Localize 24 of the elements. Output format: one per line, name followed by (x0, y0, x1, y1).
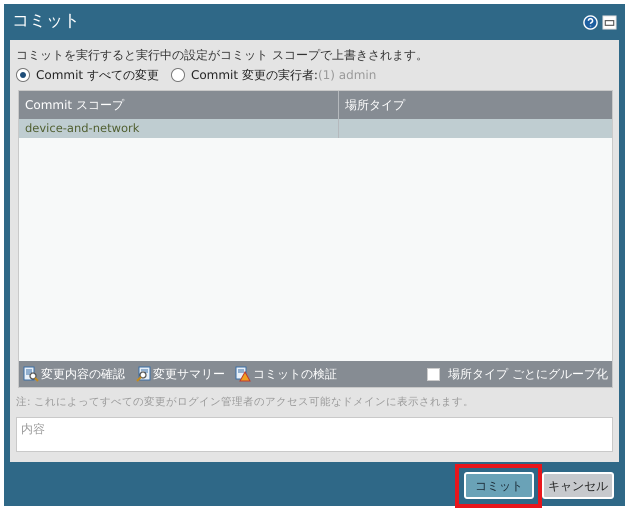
column-header[interactable]: 場所タイプ (339, 91, 612, 119)
toolbar-action[interactable]: 変更サマリー (135, 365, 225, 383)
help-icon[interactable] (583, 14, 598, 30)
maximize-icon[interactable] (602, 14, 617, 30)
document-icon (135, 366, 151, 382)
description-field[interactable]: 内容 (16, 417, 613, 452)
table-row[interactable]: device-and-network (19, 119, 612, 138)
window-title: コミット (12, 10, 80, 34)
checkbox[interactable] (427, 368, 440, 380)
table-cell-text: device-and-network (25, 120, 140, 137)
toolbar-action[interactable]: 変更内容の確認 (23, 365, 125, 383)
document-icon (23, 366, 39, 382)
commit-option[interactable]: Commit 変更の実行者: (170, 66, 318, 84)
committer-count: (1) admin (318, 67, 376, 84)
commit-option[interactable]: Commit すべての変更 (16, 66, 159, 84)
group-by-option[interactable]: 場所タイプ ごとにグループ化 (427, 365, 608, 383)
commit-button[interactable]: コミット (464, 472, 534, 499)
cancel-button[interactable]: キャンセル (542, 472, 614, 499)
radio-button[interactable] (170, 68, 185, 82)
note-text: 注: これによってすべての変更がログイン管理者のアクセス可能なドメインに表示されます。 (16, 394, 475, 410)
document-icon (235, 366, 251, 382)
toolbar-action[interactable]: コミットの検証 (235, 365, 337, 383)
info-message: コミットを実行すると実行中の設定がコミット スコープで上書きされます。 (16, 47, 429, 64)
radio-button[interactable] (16, 68, 30, 82)
